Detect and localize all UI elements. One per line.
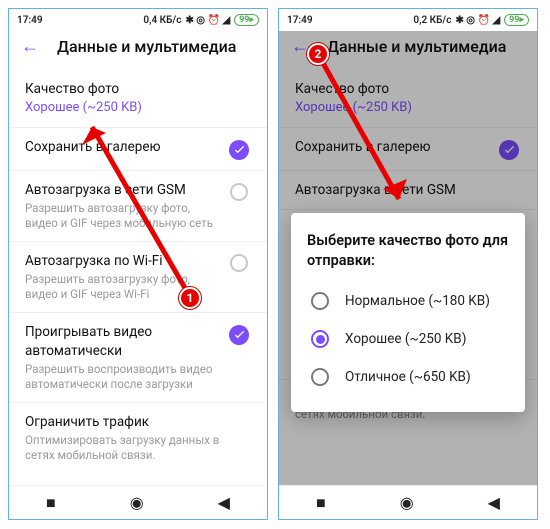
- nav-recent-icon[interactable]: ■: [316, 493, 326, 513]
- radio-checked-icon: [311, 330, 329, 348]
- checkbox-unchecked-icon[interactable]: [230, 254, 248, 272]
- nav-home-icon[interactable]: ◉: [130, 493, 144, 512]
- page-title: Данные и мультимедиа: [57, 37, 236, 56]
- option-label: Хорошее (~250 KB): [345, 331, 466, 347]
- phone-right: 17:49 0,2 КБ/с ✱ ◎ ⏰ ◢ 99▸ ← Данные и му…: [278, 8, 538, 520]
- status-speed: 0,2 КБ/с: [413, 15, 451, 26]
- row-limit-traffic[interactable]: Ограничить трафик Оптимизировать загрузк…: [9, 402, 267, 473]
- status-time: 17:49: [287, 15, 313, 26]
- checkbox-checked-icon[interactable]: [229, 140, 249, 160]
- signal-icon: ✱ ◎ ⏰ ◢: [455, 15, 500, 26]
- nav-recent-icon[interactable]: ■: [46, 493, 56, 513]
- row-label: Проигрывать видео автоматически: [25, 323, 219, 359]
- status-bar: 17:49 0,2 КБ/с ✱ ◎ ⏰ ◢ 99▸: [279, 9, 537, 31]
- option-label: Нормальное (~180 KB): [345, 293, 490, 309]
- nav-back-icon[interactable]: ◀: [488, 493, 500, 512]
- photo-quality-dialog: Выберите качество фото для отправки: Нор…: [291, 213, 525, 412]
- status-bar: 17:49 0,4 КБ/с ✱ ◎ ⏰ ◢ 99▸: [9, 9, 267, 31]
- option-label: Отличное (~650 KB): [345, 369, 471, 385]
- row-sub: Разрешить воспроизводить видео автоматич…: [25, 362, 219, 392]
- status-time: 17:49: [17, 15, 43, 26]
- checkbox-checked-icon[interactable]: [229, 325, 249, 345]
- row-autoplay-video[interactable]: Проигрывать видео автоматически Разрешит…: [9, 312, 267, 401]
- annotation-badge-2: 2: [307, 43, 329, 65]
- status-speed: 0,4 КБ/с: [143, 15, 181, 26]
- row-label: Ограничить трафик: [25, 413, 251, 431]
- dialog-title: Выберите качество фото для отправки:: [307, 231, 509, 270]
- battery-icon: 99▸: [234, 14, 259, 26]
- battery-icon: 99▸: [504, 14, 529, 26]
- nav-home-icon[interactable]: ◉: [400, 493, 414, 512]
- option-excellent[interactable]: Отличное (~650 KB): [307, 358, 509, 396]
- back-icon[interactable]: ←: [21, 38, 39, 56]
- option-good[interactable]: Хорошее (~250 KB): [307, 320, 509, 358]
- android-navbar: ■ ◉ ◀: [279, 485, 537, 519]
- radio-unchecked-icon: [311, 368, 329, 386]
- annotation-arrow: [74, 109, 204, 309]
- phone-left: 17:49 0,4 КБ/с ✱ ◎ ⏰ ◢ 99▸ ← Данные и му…: [8, 8, 268, 520]
- signal-icon: ✱ ◎ ⏰ ◢: [185, 15, 230, 26]
- annotation-arrow: [309, 49, 439, 229]
- checkbox-unchecked-icon[interactable]: [230, 183, 248, 201]
- android-navbar: ■ ◉ ◀: [9, 485, 267, 519]
- option-normal[interactable]: Нормальное (~180 KB): [307, 282, 509, 320]
- nav-back-icon[interactable]: ◀: [218, 493, 230, 512]
- radio-unchecked-icon: [311, 292, 329, 310]
- annotation-badge-1: 1: [179, 287, 201, 309]
- row-sub: Оптимизировать загрузку данных в сетях м…: [25, 433, 251, 463]
- app-header: ← Данные и мультимедиа: [9, 31, 267, 70]
- row-label: Качество фото: [25, 80, 251, 98]
